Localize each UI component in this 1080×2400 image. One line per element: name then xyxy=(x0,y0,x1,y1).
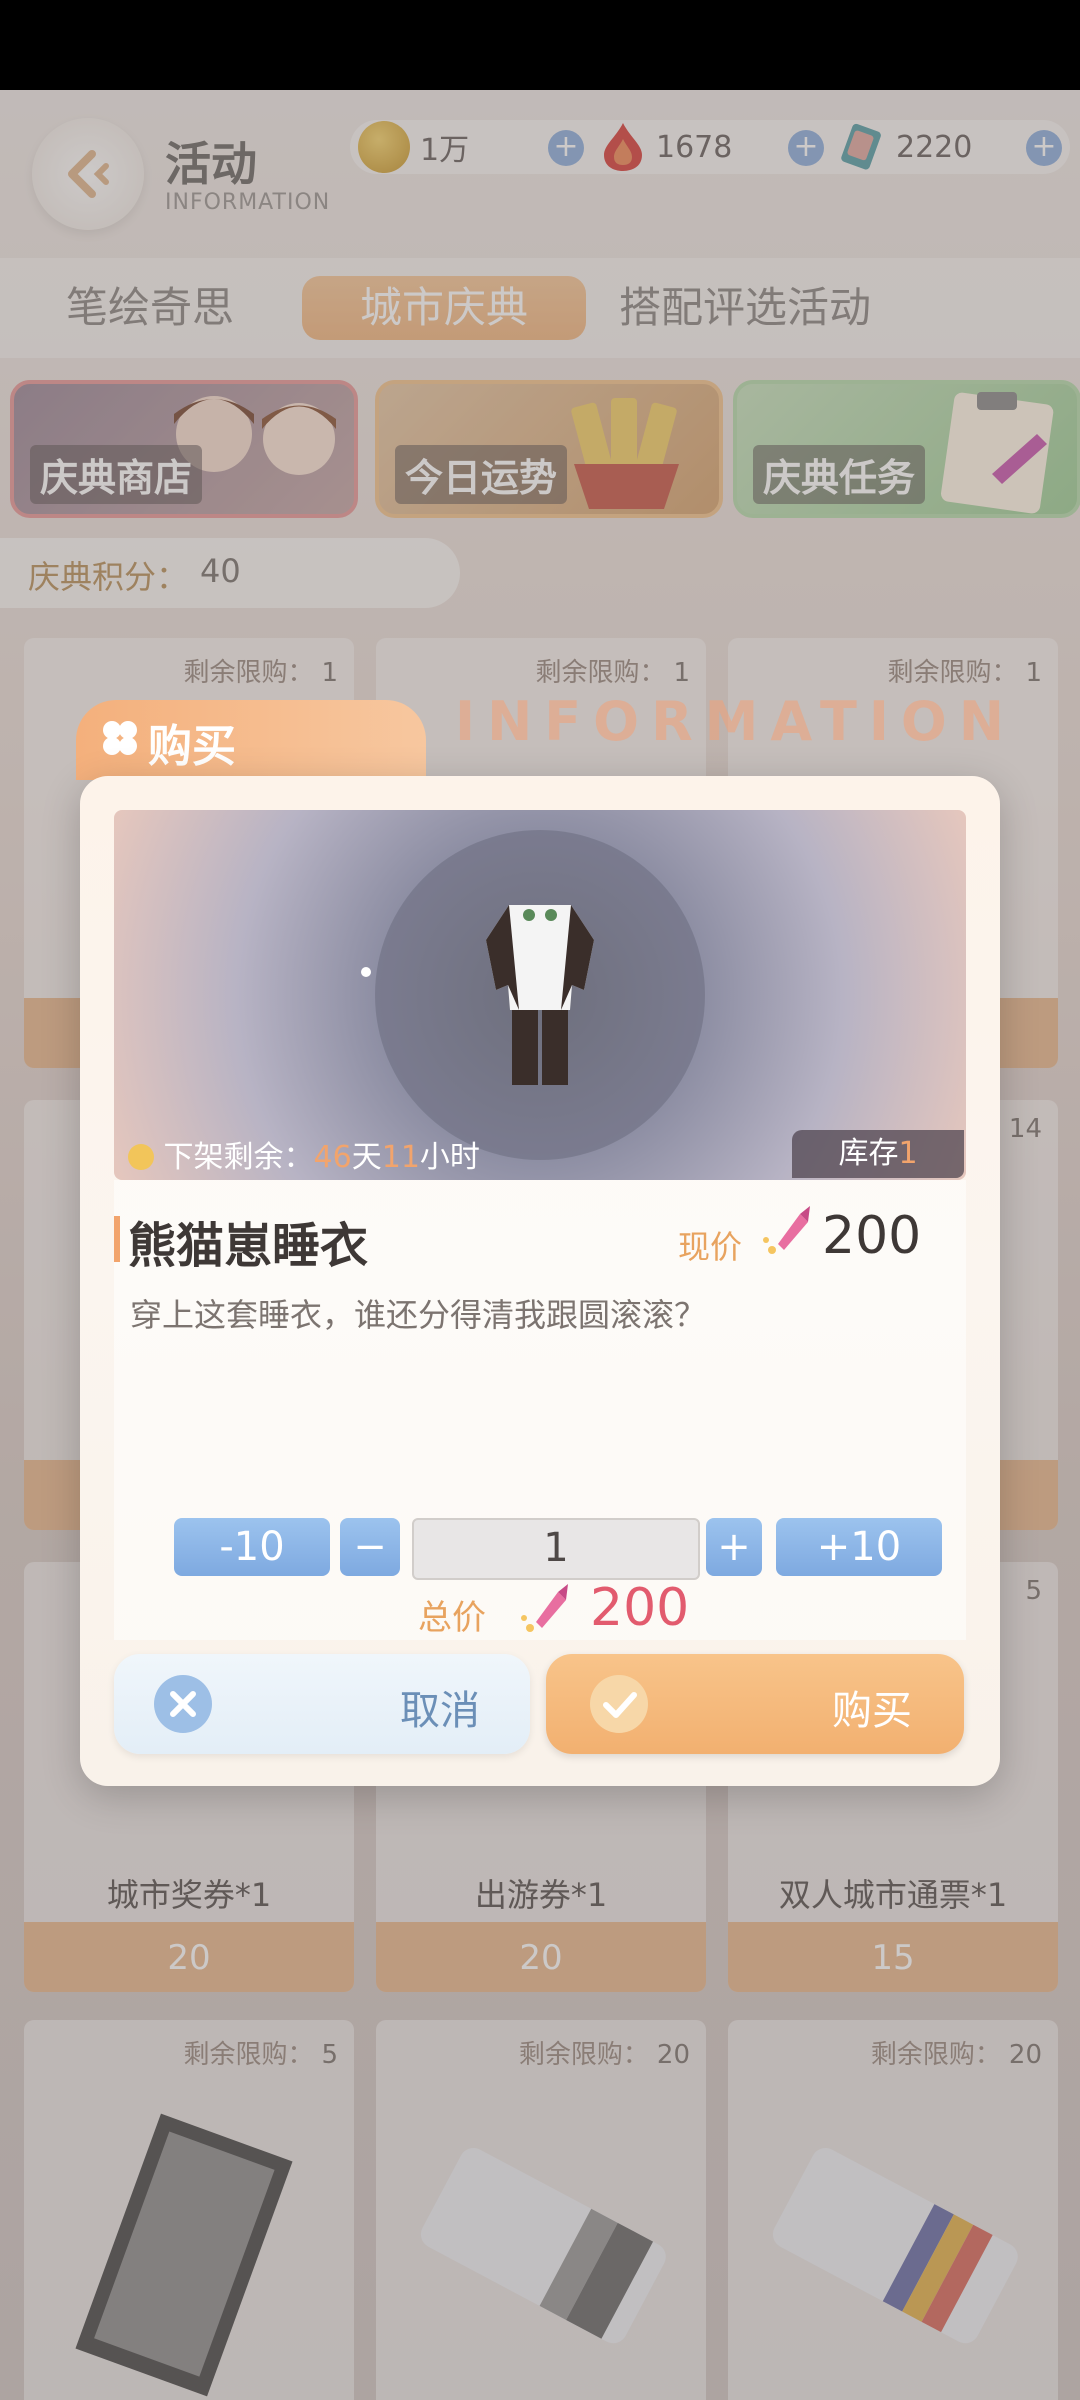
item-description: 穿上这套睡衣，谁还分得清我跟圆滚滚？ xyxy=(130,1296,707,1334)
quantity-input[interactable]: 1 xyxy=(412,1518,700,1580)
delist-timer: 下架剩余：46天11小时 xyxy=(128,1132,480,1176)
total-price-label: 总价 xyxy=(418,1598,486,1638)
clover-icon xyxy=(103,721,137,755)
clock-icon xyxy=(128,1144,154,1170)
timer-day-unit: 天 xyxy=(351,1140,382,1175)
cancel-label: 取消 xyxy=(400,1688,480,1734)
firework-rocket-icon xyxy=(521,1584,568,1632)
name-accent-mark xyxy=(114,1216,120,1262)
modal-watermark: INFORMATION xyxy=(455,690,1017,753)
modal-title: 购买 xyxy=(148,721,236,772)
current-price: 200 xyxy=(822,1206,922,1266)
stock-value: 1 xyxy=(898,1136,918,1171)
timer-label: 下架剩余： xyxy=(163,1140,314,1175)
timer-days: 46 xyxy=(313,1140,352,1175)
minus-button[interactable]: − xyxy=(340,1518,400,1576)
minus-ten-button[interactable]: -10 xyxy=(174,1518,330,1576)
panda-pajamas-illustration xyxy=(361,830,705,1160)
stock-badge: 库存1 xyxy=(792,1130,964,1178)
timer-hour-unit: 小时 xyxy=(419,1140,480,1175)
firework-rocket-icon xyxy=(763,1206,810,1254)
status-bar xyxy=(0,0,1080,90)
cancel-x-icon xyxy=(154,1675,212,1733)
item-name: 熊猫崽睡衣 xyxy=(128,1218,369,1274)
buy-label: 购买 xyxy=(832,1688,912,1734)
plus-ten-button[interactable]: +10 xyxy=(776,1518,942,1576)
total-price: 200 xyxy=(590,1578,690,1638)
plus-button[interactable]: + xyxy=(706,1518,762,1576)
current-price-label: 现价 xyxy=(678,1228,743,1266)
timer-hours: 11 xyxy=(381,1140,420,1175)
stock-label: 库存 xyxy=(838,1136,899,1171)
checkmark-icon xyxy=(590,1675,648,1733)
item-preview xyxy=(114,810,966,1180)
